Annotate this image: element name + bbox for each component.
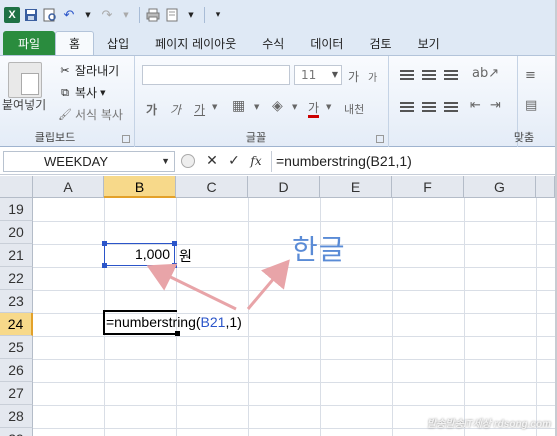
name-box-dropdown-icon[interactable]: ▼ <box>161 152 170 171</box>
alignment-group-label: 맞춤 <box>513 131 535 144</box>
font-color-button[interactable]: 가 <box>308 101 320 118</box>
formula-bar-handle-icon[interactable] <box>181 154 195 168</box>
tab-data[interactable]: 데이터 <box>297 31 356 55</box>
quick-access-toolbar: X ↶ ▼ ↷ ▼ ▼ ▾ <box>0 0 557 30</box>
qat-separator <box>139 7 140 23</box>
undo-dropdown-icon[interactable]: ▼ <box>80 7 96 23</box>
tab-view[interactable]: 보기 <box>405 31 453 55</box>
fill-color-icon[interactable]: ◈ <box>272 98 283 114</box>
align-right-icon[interactable] <box>444 102 458 112</box>
phonetic-button[interactable]: 내천 <box>344 101 364 117</box>
tab-home[interactable]: 홈 <box>55 31 95 55</box>
copy-icon: ⧉ <box>61 85 69 99</box>
font-size-input[interactable]: 11 ▼ <box>294 65 342 85</box>
underline-dropdown-icon[interactable]: ▼ <box>212 103 217 111</box>
bold-button[interactable]: 가 <box>146 101 157 118</box>
tab-formulas[interactable]: 수식 <box>249 31 297 55</box>
paste-button[interactable]: 붙여넣기 <box>2 96 46 113</box>
font-group-label: 글꼴 <box>245 131 267 144</box>
worksheet[interactable]: A B C D E F G 19 20 21 22 23 24 25 26 27… <box>0 176 557 436</box>
qat-separator <box>204 7 205 23</box>
clipboard-group: 붙여넣기 ✂ 잘라내기 ⧉ 복사 ▼ 🖌 서식 복사 클립보드 <box>0 56 135 147</box>
insert-function-icon[interactable]: fx <box>245 154 267 168</box>
align-middle-icon[interactable] <box>422 70 436 80</box>
name-box[interactable]: WEEKDAY ▼ <box>3 150 175 172</box>
font-name-input[interactable] <box>142 65 290 85</box>
tab-review[interactable]: 검토 <box>356 31 404 55</box>
brush-icon: 🖌 <box>58 108 72 121</box>
cancel-icon[interactable]: ✕ <box>201 153 223 169</box>
print-icon[interactable] <box>145 7 161 23</box>
tab-file[interactable]: 파일 <box>3 31 55 55</box>
align-left-icon[interactable] <box>400 102 414 112</box>
undo-icon[interactable]: ↶ <box>61 7 77 23</box>
ribbon: 붙여넣기 ✂ 잘라내기 ⧉ 복사 ▼ 🖌 서식 복사 클립보드 11 ▼ 가 가… <box>0 55 557 147</box>
copy-dropdown-icon[interactable]: ▼ <box>100 89 105 97</box>
merge-icon[interactable]: ▤ <box>525 98 537 113</box>
grow-font-button[interactable]: 가 <box>348 68 359 85</box>
cut-label: 잘라내기 <box>75 64 120 78</box>
wrap-merge-group: ≡ ▤ 맞춤 <box>514 56 557 147</box>
arrow-to-b21 <box>146 263 237 311</box>
customize-icon[interactable]: ▾ <box>210 7 226 23</box>
watermark: 발송발송IT세상 rdsong.com <box>426 419 551 430</box>
border-dropdown-icon[interactable]: ▼ <box>254 103 259 111</box>
save-icon[interactable] <box>23 7 39 23</box>
font-size-value: 11 <box>301 68 317 82</box>
formula-bar: WEEKDAY ▼ ✕ ✓ fx =numberstring(B21,1) <box>0 148 557 175</box>
qat-more-dropdown-icon[interactable]: ▼ <box>183 7 199 23</box>
redo-dropdown-icon[interactable]: ▼ <box>118 7 134 23</box>
orientation-icon[interactable]: ab↗ <box>472 66 499 81</box>
underline-button[interactable]: 가 <box>194 101 205 118</box>
arrow-to-annotation <box>246 259 290 310</box>
print-preview-icon[interactable] <box>42 7 58 23</box>
redo-icon[interactable]: ↷ <box>99 7 115 23</box>
quick-print-icon[interactable] <box>164 7 180 23</box>
increase-indent-icon[interactable]: ⇥ <box>490 98 501 113</box>
scissors-icon: ✂ <box>60 64 70 77</box>
italic-button[interactable]: 가 <box>170 101 181 118</box>
enter-icon[interactable]: ✓ <box>223 153 245 169</box>
font-size-dropdown-icon[interactable]: ▼ <box>332 66 338 84</box>
clipboard-launcher-icon[interactable] <box>122 135 130 143</box>
copy-button[interactable]: ⧉ 복사 ▼ <box>58 84 105 101</box>
font-group: 11 ▼ 가 가 가 가 가 ▼ ▦ ▼ ◈ ▼ 가 ▼ 내천 글꼴 <box>136 56 389 147</box>
align-top-icon[interactable] <box>400 70 414 80</box>
paste-icon[interactable] <box>8 62 42 98</box>
copy-label: 복사 <box>75 86 98 100</box>
decrease-indent-icon[interactable]: ⇤ <box>470 98 481 113</box>
font-launcher-icon[interactable] <box>376 135 384 143</box>
formula-input[interactable]: =numberstring(B21,1) <box>271 150 557 172</box>
align-center-icon[interactable] <box>422 102 436 112</box>
wrap-text-icon[interactable]: ≡ <box>525 68 536 83</box>
font-color-dropdown-icon[interactable]: ▼ <box>326 103 331 111</box>
align-bottom-icon[interactable] <box>444 70 458 80</box>
tab-page-layout[interactable]: 페이지 레이아웃 <box>142 31 249 55</box>
ribbon-tabs: 파일 홈 삽입 페이지 레이아웃 수식 데이터 검토 보기 <box>0 30 557 55</box>
excel-logo-icon: X <box>4 7 20 23</box>
tab-insert[interactable]: 삽입 <box>94 31 142 55</box>
fill-color-dropdown-icon[interactable]: ▼ <box>292 103 297 111</box>
cut-button[interactable]: ✂ 잘라내기 <box>58 62 119 79</box>
clipboard-group-label: 클립보드 <box>34 131 76 144</box>
annotation-arrows <box>146 259 290 311</box>
border-icon[interactable]: ▦ <box>232 98 245 114</box>
format-painter-label: 서식 복사 <box>75 108 123 122</box>
name-box-value: WEEKDAY <box>44 153 109 169</box>
format-painter-button[interactable]: 🖌 서식 복사 <box>58 106 123 123</box>
shrink-font-button[interactable]: 가 <box>368 69 377 84</box>
